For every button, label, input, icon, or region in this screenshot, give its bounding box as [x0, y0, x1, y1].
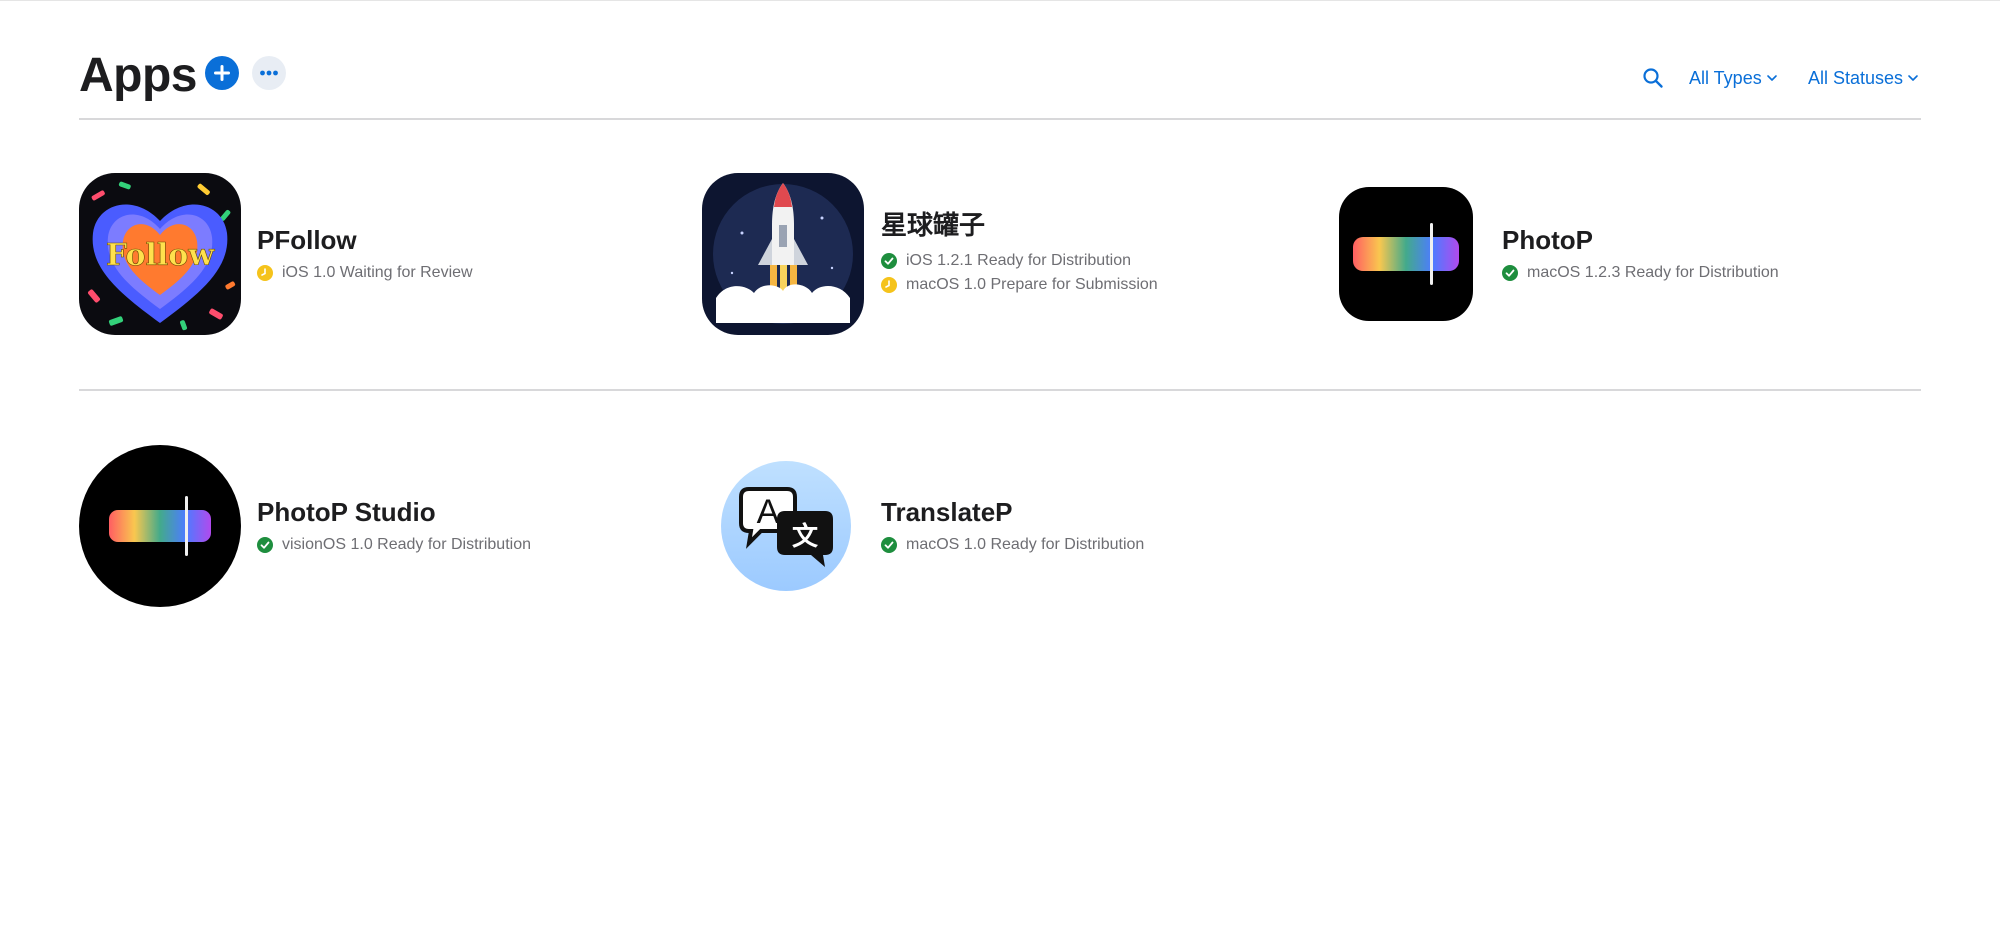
app-status: macOS 1.0 Ready for Distribution — [881, 534, 1144, 556]
chevron-down-icon — [1766, 75, 1777, 81]
search-button[interactable] — [1641, 66, 1665, 90]
page-header: Apps All Types All Statuses — [79, 40, 1921, 120]
app-status: macOS 1.0 Prepare for Submission — [881, 274, 1158, 296]
ready-status-icon — [257, 537, 273, 553]
svg-text:文: 文 — [792, 521, 819, 552]
filter-types-label: All Types — [1689, 68, 1762, 88]
app-name: 星球罐子 — [881, 211, 986, 241]
photop-app-icon — [1339, 187, 1473, 321]
filter-all-statuses[interactable]: All Statuses — [1808, 65, 1919, 91]
app-card-photop-studio[interactable]: PhotoP Studio visionOS 1.0 Ready for Dis… — [79, 442, 639, 612]
app-status: visionOS 1.0 Ready for Distribution — [257, 534, 531, 556]
header-divider — [79, 118, 1921, 120]
filter-all-types[interactable]: All Types — [1689, 65, 1778, 91]
app-card-translatep[interactable]: A 文 TranslateP macOS 1.0 Ready for Distr… — [702, 442, 1262, 612]
filter-statuses-label: All Statuses — [1808, 68, 1904, 88]
photop-studio-app-icon — [79, 445, 241, 607]
ellipsis-icon — [260, 70, 278, 76]
top-divider — [0, 0, 2000, 1]
app-name: PhotoP Studio — [257, 497, 436, 527]
svg-text:A: A — [757, 493, 780, 531]
translatep-app-icon: A 文 — [721, 461, 851, 591]
pfollow-app-icon: Follow — [79, 173, 241, 335]
app-status: iOS 1.0 Waiting for Review — [257, 262, 473, 284]
app-name: PhotoP — [1502, 225, 1593, 255]
row-divider — [79, 389, 1921, 391]
search-icon — [1643, 68, 1663, 88]
waiting-status-icon — [881, 277, 897, 293]
app-status: macOS 1.2.3 Ready for Distribution — [1502, 262, 1779, 284]
waiting-status-icon — [257, 265, 273, 281]
app-card-photop[interactable]: PhotoP macOS 1.2.3 Ready for Distributio… — [1339, 170, 1899, 340]
add-app-button[interactable] — [205, 56, 239, 90]
app-card-pfollow[interactable]: Follow PFollow iOS 1.0 Waiting for Revie… — [79, 170, 639, 340]
chevron-down-icon — [1908, 75, 1918, 81]
app-name: PFollow — [257, 225, 357, 255]
page-title: Apps — [79, 49, 198, 102]
ready-status-icon — [881, 537, 897, 553]
plus-icon — [214, 65, 230, 81]
ready-status-icon — [1502, 265, 1518, 281]
app-name: TranslateP — [881, 497, 1013, 527]
rocket-app-icon — [702, 173, 864, 335]
app-card-xingqiu[interactable]: 星球罐子 iOS 1.2.1 Ready for Distribution ma… — [702, 170, 1262, 340]
app-status: iOS 1.2.1 Ready for Distribution — [881, 250, 1131, 272]
ready-status-icon — [881, 253, 897, 269]
svg-text:Follow: Follow — [106, 238, 215, 273]
more-options-button[interactable] — [252, 56, 286, 90]
